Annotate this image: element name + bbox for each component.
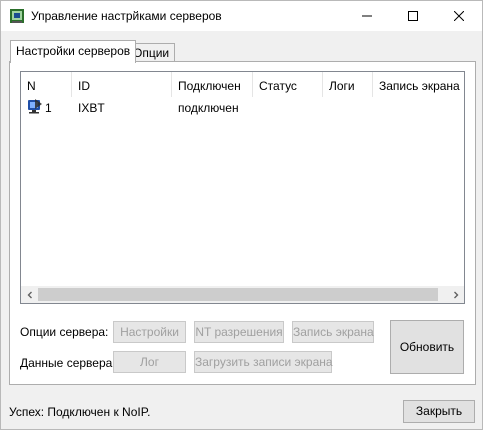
window-title: Управление настрйками серверов xyxy=(31,9,222,23)
close-window-button[interactable] xyxy=(436,1,482,31)
main-window: Управление настрйками серверов Настройки… xyxy=(0,0,483,430)
column-header-n[interactable]: N xyxy=(21,72,72,97)
close-button[interactable]: Закрыть xyxy=(403,400,475,423)
column-header-screen-record[interactable]: Запись экрана xyxy=(373,72,464,97)
log-button[interactable]: Лог xyxy=(113,351,186,373)
horizontal-scrollbar[interactable] xyxy=(21,286,464,303)
status-text: Успех: Подключен к NoIP. xyxy=(9,405,151,419)
minimize-icon xyxy=(362,15,372,17)
column-header-connected[interactable]: Подключен xyxy=(172,72,253,97)
server-status-icon xyxy=(27,98,43,114)
chevron-right-icon xyxy=(453,291,458,298)
screen-record-button[interactable]: Запись экрана xyxy=(292,321,374,343)
maximize-button[interactable] xyxy=(390,1,436,31)
refresh-button[interactable]: Обновить xyxy=(390,320,464,374)
minimize-button[interactable] xyxy=(344,1,390,31)
server-data-label: Данные сервера: xyxy=(20,356,116,370)
table-row[interactable]: 1 IXBT подключен xyxy=(21,98,464,116)
scrollbar-thumb[interactable] xyxy=(38,288,438,301)
server-app-icon xyxy=(9,8,25,24)
scroll-left-button[interactable] xyxy=(21,286,38,303)
server-options-label: Опции сервера: xyxy=(20,325,109,339)
column-header-logs[interactable]: Логи xyxy=(323,72,373,97)
nt-permissions-button[interactable]: NT разрешения xyxy=(194,321,284,343)
maximize-icon xyxy=(408,11,418,21)
list-header: N ID Подключен Статус Логи Запись экрана xyxy=(21,72,464,97)
settings-button[interactable]: Настройки xyxy=(113,321,186,343)
cell-id: IXBT xyxy=(78,101,105,115)
column-header-status[interactable]: Статус xyxy=(253,72,323,97)
load-screen-records-button[interactable]: Загрузить записи экрана xyxy=(194,351,333,373)
tab-server-settings[interactable]: Настройки серверов xyxy=(10,40,137,63)
servers-list[interactable]: N ID Подключен Статус Логи Запись экрана… xyxy=(20,71,465,304)
close-icon xyxy=(454,11,464,21)
cell-n: 1 xyxy=(45,101,52,115)
cell-connected: подключен xyxy=(178,101,239,115)
column-header-id[interactable]: ID xyxy=(72,72,172,97)
scroll-right-button[interactable] xyxy=(447,286,464,303)
title-bar[interactable]: Управление настрйками серверов xyxy=(1,1,482,31)
chevron-left-icon xyxy=(27,291,32,298)
